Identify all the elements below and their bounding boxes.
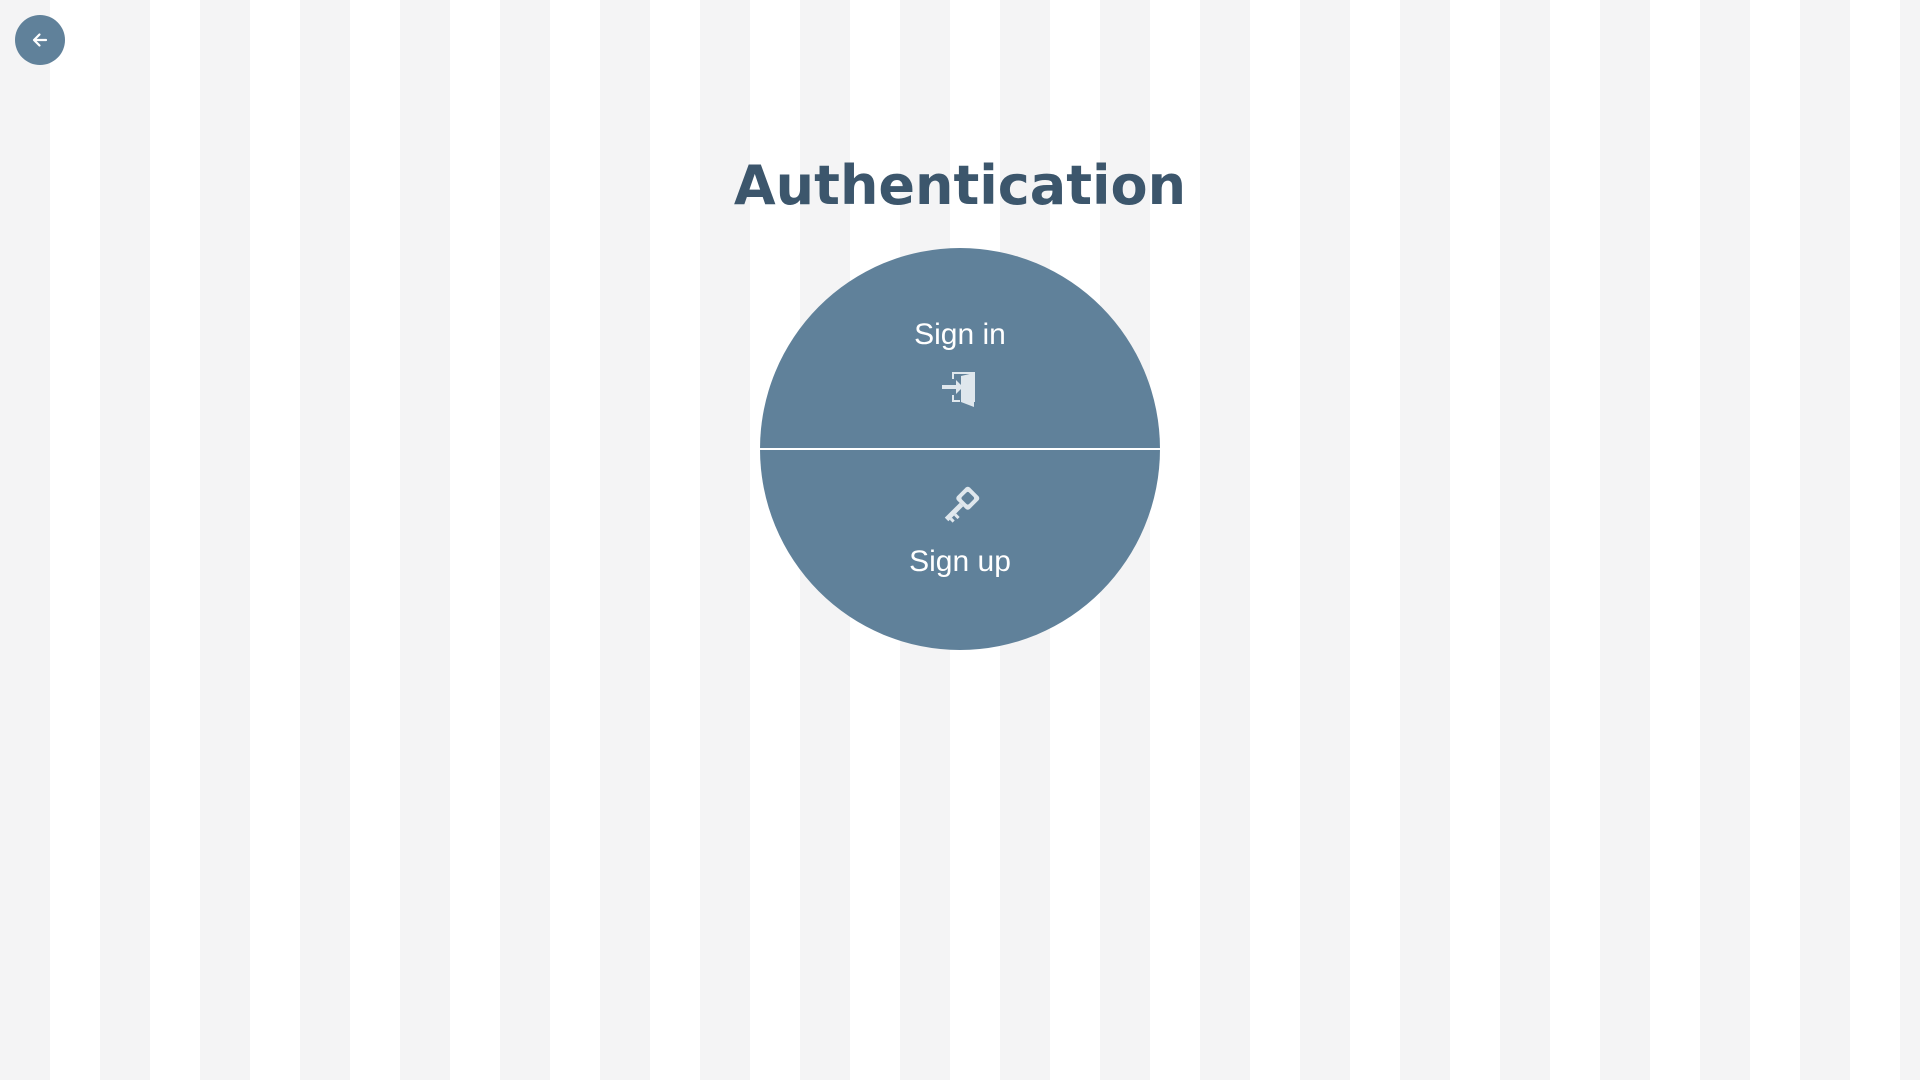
page-title: Authentication — [733, 154, 1187, 217]
sign-in-door-icon — [938, 367, 982, 411]
key-icon — [938, 484, 982, 528]
sign-up-button[interactable]: Sign up — [760, 450, 1160, 650]
arrow-left-icon — [31, 31, 49, 49]
auth-circle: Sign in Sign up — [760, 248, 1160, 650]
sign-up-label: Sign up — [909, 545, 1011, 578]
sign-in-label: Sign in — [914, 318, 1006, 351]
sign-in-button[interactable]: Sign in — [760, 248, 1160, 448]
back-button[interactable] — [15, 15, 65, 65]
